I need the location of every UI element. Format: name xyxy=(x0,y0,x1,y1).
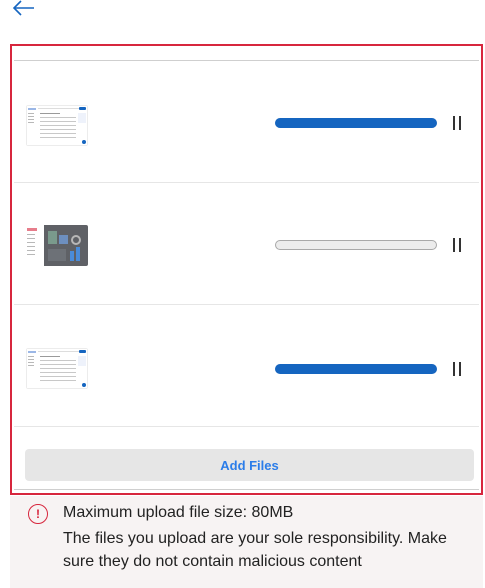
upload-notice: ! Maximum upload file size: 80MB The fil… xyxy=(10,496,483,588)
responsibility-text: The files you upload are your sole respo… xyxy=(63,530,447,570)
pause-icon[interactable] xyxy=(451,238,463,252)
upload-item xyxy=(14,305,479,427)
upload-panel: Add Files xyxy=(10,44,483,495)
max-size-text: Maximum upload file size: 80MB xyxy=(63,504,294,521)
upload-progress-bar xyxy=(275,240,437,250)
add-files-button[interactable]: Add Files xyxy=(25,449,474,481)
upload-progress-bar xyxy=(275,364,437,374)
progress-fill xyxy=(275,364,437,374)
progress-fill xyxy=(275,118,437,128)
file-thumbnail xyxy=(26,348,88,389)
upload-progress-bar xyxy=(275,118,437,128)
pause-icon[interactable] xyxy=(451,116,463,130)
divider xyxy=(14,489,479,490)
pause-icon[interactable] xyxy=(451,362,463,376)
upload-item xyxy=(14,61,479,183)
file-thumbnail xyxy=(26,225,88,266)
file-thumbnail xyxy=(26,105,88,146)
exclamation-circle-icon: ! xyxy=(28,504,48,524)
upload-item xyxy=(14,183,479,305)
back-arrow-icon[interactable] xyxy=(12,0,38,22)
